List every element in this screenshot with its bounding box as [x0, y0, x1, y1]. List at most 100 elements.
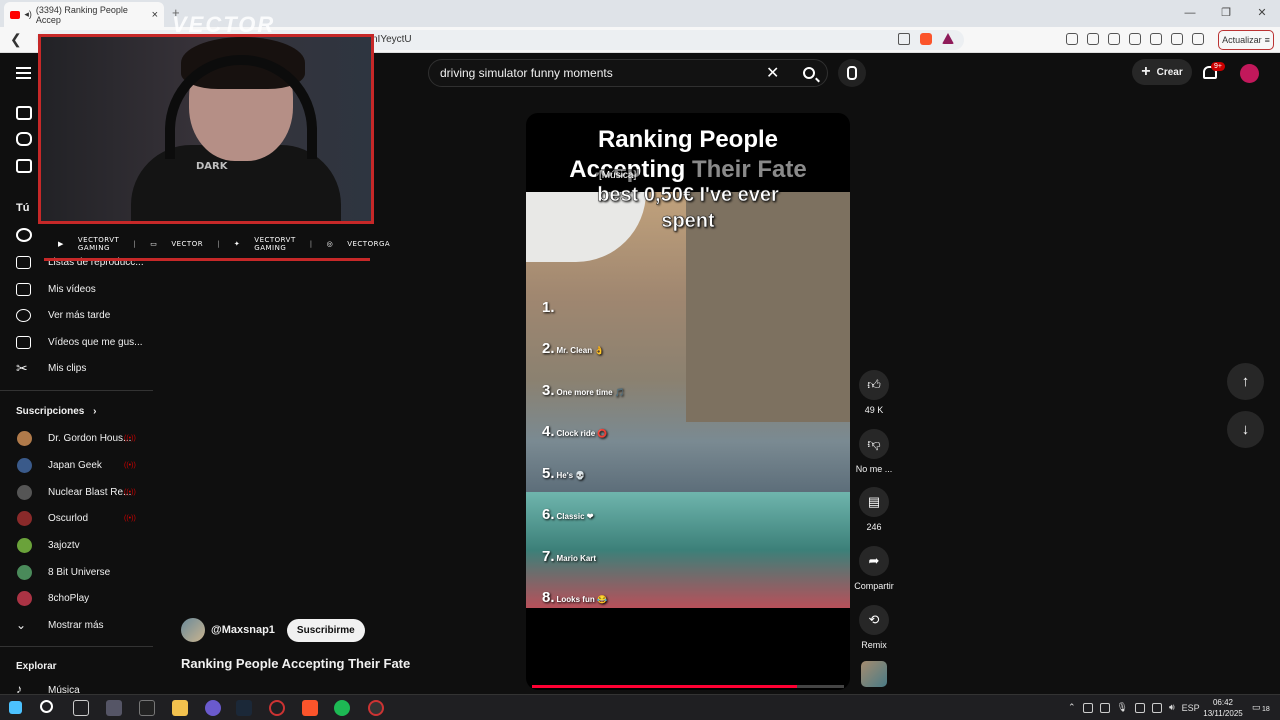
- tab-close-icon[interactable]: ×: [152, 9, 158, 21]
- hamburger-menu-icon[interactable]: [16, 67, 31, 79]
- arrow-up-icon: ↑: [1241, 373, 1250, 390]
- sidebar-icon[interactable]: [1129, 33, 1141, 45]
- tab-search-icon[interactable]: [1087, 33, 1099, 45]
- tray-app-icon[interactable]: [1134, 702, 1145, 713]
- subscription-item[interactable]: 3ajoztv: [0, 533, 155, 557]
- sidebar-item-watch-later[interactable]: Ver más tarde: [0, 303, 155, 327]
- voice-search-mic-icon[interactable]: [838, 59, 866, 87]
- channel-handle[interactable]: @Maxsnap1: [211, 624, 275, 636]
- app-icon[interactable]: [368, 700, 384, 716]
- subscription-item[interactable]: Nuclear Blast Re... ((•)): [0, 480, 155, 504]
- video-title: Ranking People Accepting Their Fate: [181, 656, 411, 671]
- app-icon[interactable]: [106, 700, 122, 716]
- menu-lines-icon: ≡: [1264, 35, 1270, 45]
- vpn-icon[interactable]: [1192, 33, 1204, 45]
- update-button[interactable]: Actualizar ≡: [1218, 30, 1274, 50]
- brave-rewards-icon[interactable]: [942, 33, 954, 44]
- tray-app-icon[interactable]: [1082, 702, 1093, 713]
- show-more-button[interactable]: ⌄ Mostrar más: [0, 613, 155, 637]
- subscription-item[interactable]: Dr. Gordon Hous... ((•)): [0, 426, 155, 450]
- rank-text: Looks fun 😂: [556, 595, 607, 604]
- brave-icon[interactable]: [302, 700, 318, 716]
- like-count: 49 K: [864, 405, 884, 415]
- discord-icon[interactable]: [205, 700, 221, 716]
- like-button[interactable]: 👍︎ 49 K: [850, 370, 898, 415]
- rank-number: 6.: [542, 506, 555, 523]
- leo-icon[interactable]: [1171, 33, 1183, 45]
- scissors-icon: ✂: [16, 360, 28, 376]
- overlay-line-1: best 0,50€ I've ever: [597, 184, 779, 207]
- language-indicator[interactable]: ESP: [1182, 703, 1200, 713]
- separator: |: [217, 240, 220, 248]
- short-video-player[interactable]: Ranking People Accepting Their Fate [Mús…: [526, 113, 850, 690]
- tray-app-icon[interactable]: [1099, 702, 1110, 713]
- search-icon[interactable]: [40, 700, 53, 713]
- show-more-label: Mostrar más: [48, 619, 104, 631]
- create-button[interactable]: + Crear: [1132, 59, 1192, 85]
- comments-button[interactable]: ▤ 246: [850, 487, 898, 532]
- channel-avatar: [17, 590, 32, 606]
- social-handle: VECTORVT GAMING: [77, 236, 120, 252]
- subscription-item[interactable]: 8 Bit Universe: [0, 560, 155, 584]
- subscriptions-icon[interactable]: [16, 159, 32, 173]
- spotify-icon[interactable]: [334, 700, 350, 716]
- clear-search-icon[interactable]: ✕: [766, 63, 779, 83]
- separator: |: [309, 240, 313, 248]
- mic-icon[interactable]: 🎙︎: [1117, 702, 1128, 713]
- remix-button[interactable]: ⟲ Remix: [850, 605, 898, 650]
- subscriptions-heading[interactable]: Suscripciones ›: [16, 406, 96, 417]
- account-avatar[interactable]: [1240, 64, 1259, 83]
- search-button[interactable]: [790, 59, 828, 87]
- steam-icon[interactable]: [236, 700, 252, 716]
- extensions-icon[interactable]: [1066, 33, 1078, 45]
- channel-avatar[interactable]: [181, 618, 205, 642]
- subscription-item[interactable]: Oscurlod ((•)): [0, 506, 155, 530]
- subscribe-button[interactable]: Suscribirme: [286, 618, 365, 642]
- minimize-icon[interactable]: —: [1172, 0, 1208, 27]
- next-short-button[interactable]: ↓: [1227, 411, 1264, 448]
- network-icon[interactable]: [1151, 702, 1162, 713]
- volume-icon[interactable]: 🔊︎: [1169, 702, 1175, 713]
- music-icon[interactable]: [1108, 33, 1120, 45]
- address-icons: [898, 33, 954, 45]
- share-button[interactable]: ➦ Compartir: [850, 546, 898, 591]
- channel-name: 8 Bit Universe: [48, 566, 111, 578]
- browser-tab[interactable]: ◂) (3394) Ranking People Accep ×: [4, 2, 164, 27]
- share-label: Compartir: [854, 581, 894, 591]
- subscription-item[interactable]: Japan Geek ((•)): [0, 453, 155, 477]
- sidebar-item-my-videos[interactable]: Mis vídeos: [0, 277, 155, 301]
- opera-icon[interactable]: [269, 700, 285, 716]
- short-video-title-overlay: Ranking People Accepting Their Fate: [526, 125, 850, 185]
- task-view-icon[interactable]: [73, 700, 89, 716]
- wallet-icon[interactable]: [1150, 33, 1162, 45]
- close-window-icon[interactable]: ✕: [1244, 0, 1280, 27]
- history-icon[interactable]: [16, 228, 32, 242]
- live-indicator-icon: ((•)): [124, 434, 136, 442]
- sidebar-item-liked-videos[interactable]: Vídeos que me gus...: [0, 330, 155, 354]
- channel-avatar: [17, 564, 32, 580]
- video-progress-bar[interactable]: [532, 685, 844, 688]
- clock[interactable]: 06:42 13/11/2025: [1201, 697, 1245, 719]
- sound-thumbnail[interactable]: [861, 661, 887, 687]
- sidebar-item-my-clips[interactable]: ✂ Mis clips: [0, 356, 155, 380]
- channel-avatar: [17, 430, 32, 446]
- you-heading[interactable]: Tú: [16, 202, 29, 214]
- brave-shields-icon[interactable]: [920, 33, 932, 45]
- cast-icon[interactable]: [898, 33, 910, 45]
- windows-start-icon[interactable]: [9, 701, 22, 714]
- sidebar-item-label: Ver más tarde: [48, 309, 111, 321]
- audio-icon[interactable]: ◂): [24, 9, 32, 20]
- notification-center-icon[interactable]: ▭: [1252, 702, 1261, 713]
- previous-short-button[interactable]: ↑: [1227, 363, 1264, 400]
- dislike-button[interactable]: 👎︎ No me ...: [850, 429, 898, 474]
- subtitle-caption: [Música]: [596, 169, 640, 182]
- maximize-icon[interactable]: ❐: [1208, 0, 1244, 27]
- subscription-item[interactable]: 8choPlay: [0, 586, 155, 610]
- file-explorer-icon[interactable]: [172, 700, 188, 716]
- back-arrow-icon[interactable]: ❮: [10, 31, 22, 48]
- home-icon[interactable]: [16, 106, 32, 120]
- window-controls: — ❐ ✕: [1172, 0, 1280, 27]
- shorts-icon[interactable]: [16, 132, 32, 146]
- chevron-up-icon[interactable]: ⌃: [1068, 702, 1076, 713]
- obs-icon[interactable]: [139, 700, 155, 716]
